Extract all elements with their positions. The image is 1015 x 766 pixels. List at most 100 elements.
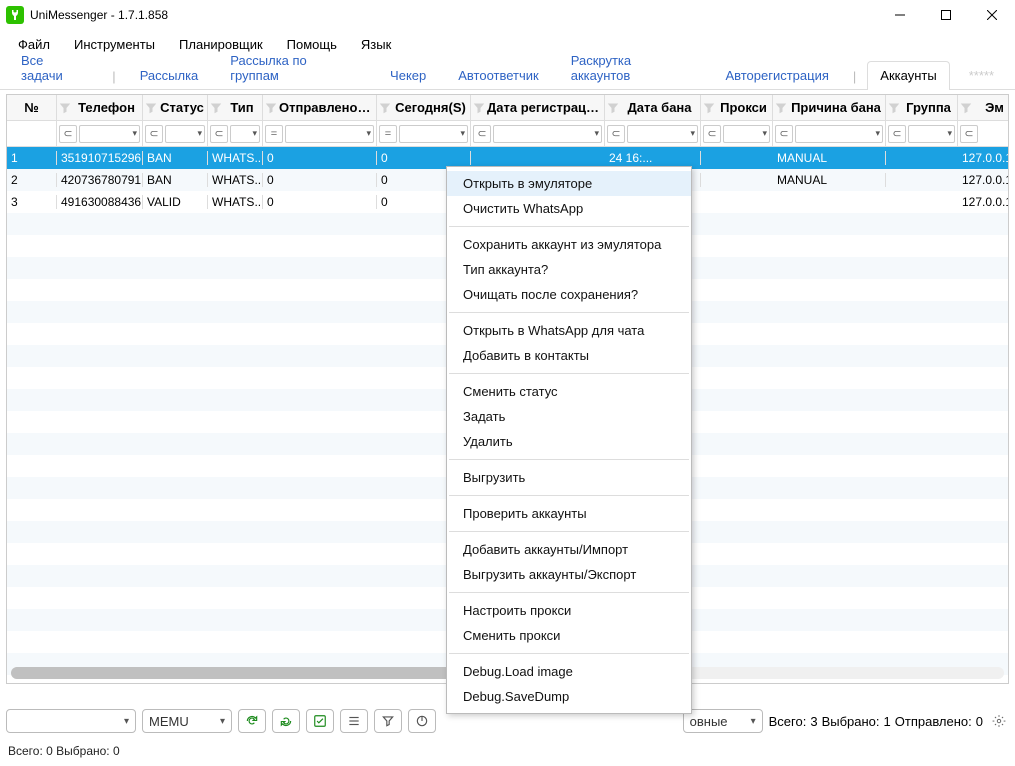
filter-input[interactable] [230,125,260,143]
cell-tip: WHATS... [208,151,263,165]
context-menu-item[interactable]: Debug.Load image [447,659,691,684]
cell-status: BAN [143,151,208,165]
col-emulator[interactable]: Эм [974,100,1009,115]
filter-icon[interactable] [775,102,787,114]
context-menu-item[interactable]: Проверить аккаунты [447,501,691,526]
context-menu-item[interactable]: Сменить статус [447,379,691,404]
cell-prich: MANUAL [773,173,886,187]
filter-input[interactable] [285,125,374,143]
col-banreason[interactable]: Причина бана [789,100,883,115]
cell-tip: WHATS... [208,195,263,209]
tab-all-tasks[interactable]: Все задачи [8,46,101,90]
combo-emulator[interactable]: MEMU [142,709,232,733]
cell-status: BAN [143,173,208,187]
context-menu-item[interactable]: Открыть в WhatsApp для чата [447,318,691,343]
col-bandate[interactable]: Дата бана [621,100,698,115]
tab-extra[interactable]: ***** [956,61,1007,90]
settings-gear-icon[interactable] [989,711,1009,731]
filter-op[interactable]: ⊂ [703,125,721,143]
minimize-button[interactable] [877,0,923,30]
filter-icon[interactable] [473,102,485,114]
filter-op[interactable]: ⊂ [210,125,228,143]
filter-icon[interactable] [59,102,71,114]
tab-autoreg[interactable]: Авторегистрация [712,61,841,90]
col-type[interactable]: Тип [224,100,260,115]
power-button[interactable] [408,709,436,733]
context-menu-item[interactable]: Удалить [447,429,691,454]
filter-icon[interactable] [210,102,222,114]
cell-otpr: 0 [263,151,377,165]
context-menu-item[interactable]: Задать [447,404,691,429]
footer-counts: Всего:3 Выбрано:1 Отправлено:0 [769,714,983,729]
filter-input[interactable] [627,125,698,143]
context-menu-separator [449,226,689,227]
app-icon [6,6,24,24]
filter-input[interactable] [79,125,140,143]
filter-op[interactable]: ⊂ [960,125,978,143]
filter-icon[interactable] [265,102,277,114]
filter-op[interactable]: ⊂ [145,125,163,143]
filter-icon[interactable] [703,102,715,114]
maximize-button[interactable] [923,0,969,30]
tab-checker[interactable]: Чекер [377,61,439,90]
filter-input[interactable] [165,125,205,143]
context-menu-item[interactable]: Очищать после сохранения? [447,282,691,307]
filter-icon[interactable] [379,102,391,114]
cell-no: 2 [7,173,57,187]
col-proxy[interactable]: Прокси [717,100,770,115]
context-menu-item[interactable]: Сохранить аккаунт из эмулятора [447,232,691,257]
filter-input[interactable] [493,125,602,143]
filter-input[interactable] [723,125,770,143]
filter-op[interactable]: ⊂ [775,125,793,143]
filter-button[interactable] [374,709,402,733]
col-regdate[interactable]: Дата регистрации [487,100,602,115]
col-no[interactable]: № [9,100,54,115]
col-status[interactable]: Статус [159,100,205,115]
status-line: Всего: 0 Выбрано: 0 [8,744,120,758]
filter-icon[interactable] [888,102,900,114]
filter-icon[interactable] [960,102,972,114]
filter-op[interactable]: = [379,125,397,143]
combo-unknown-1[interactable] [6,709,136,733]
context-menu-item[interactable]: Сменить прокси [447,623,691,648]
filter-op[interactable]: ⊂ [607,125,625,143]
tab-broadcast[interactable]: Рассылка [127,61,212,90]
reload-button[interactable] [272,709,300,733]
col-group[interactable]: Группа [902,100,955,115]
col-phone[interactable]: Телефон [73,100,140,115]
cell-seg: 0 [377,151,471,165]
context-menu-item[interactable]: Debug.SaveDump [447,684,691,709]
cell-tel: 351910715296 [57,151,143,165]
context-menu-item[interactable]: Тип аккаунта? [447,257,691,282]
filter-op[interactable]: ⊂ [59,125,77,143]
combo-filter-type[interactable]: овные [683,709,763,733]
filter-icon[interactable] [607,102,619,114]
refresh-button[interactable] [238,709,266,733]
tab-group-broadcast[interactable]: Рассылка по группам [217,46,371,90]
context-menu-separator [449,495,689,496]
filter-input[interactable] [795,125,883,143]
tab-autoresponder[interactable]: Автоответчик [445,61,551,90]
context-menu-item[interactable]: Настроить прокси [447,598,691,623]
context-menu-item[interactable]: Добавить в контакты [447,343,691,368]
list-button[interactable] [340,709,368,733]
context-menu-item[interactable]: Очистить WhatsApp [447,196,691,221]
filter-input[interactable] [399,125,468,143]
tab-promotion[interactable]: Раскрутка аккаунтов [558,46,707,90]
col-sent[interactable]: Отправлено(S) [279,100,374,115]
col-today[interactable]: Сегодня(S) [393,100,468,115]
check-button[interactable] [306,709,334,733]
tab-accounts[interactable]: Аккаунты [867,61,949,90]
context-menu-item[interactable]: Добавить аккаунты/Импорт [447,537,691,562]
context-menu-item[interactable]: Выгрузить аккаунты/Экспорт [447,562,691,587]
filter-op[interactable]: ⊂ [473,125,491,143]
filter-input[interactable] [908,125,955,143]
tab-separator: | [848,62,861,90]
filter-icon[interactable] [145,102,157,114]
context-menu-item[interactable]: Открыть в эмуляторе [447,171,691,196]
context-menu-item[interactable]: Выгрузить [447,465,691,490]
filter-op[interactable]: ⊂ [888,125,906,143]
filter-op[interactable]: = [265,125,283,143]
cell-dban: 24 16:... [605,151,701,165]
close-button[interactable] [969,0,1015,30]
